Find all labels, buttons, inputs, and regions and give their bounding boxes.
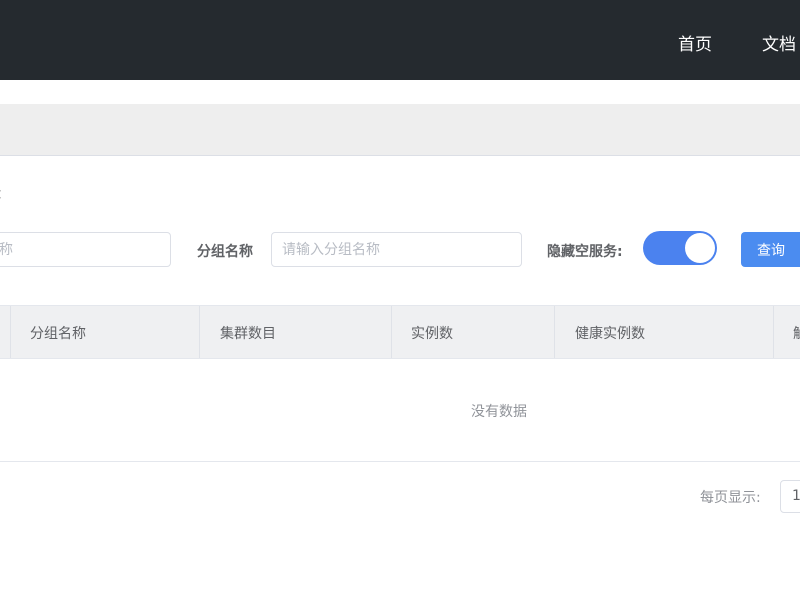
- table-header: 分组名称 集群数目 实例数 健康实例数 触: [0, 305, 800, 359]
- hide-empty-services-switch[interactable]: [643, 231, 717, 265]
- service-name-input[interactable]: [0, 232, 171, 267]
- column-header-partial[interactable]: 触: [793, 323, 800, 343]
- column-divider: [10, 306, 11, 358]
- query-button[interactable]: 查询: [741, 232, 800, 267]
- table-bottom-border: [0, 461, 800, 462]
- page-title: c: [0, 184, 1, 204]
- page-size-select[interactable]: 1: [780, 480, 800, 513]
- nav-home-link[interactable]: 首页: [678, 30, 712, 55]
- column-header-healthy-instance-count[interactable]: 健康实例数: [575, 323, 645, 343]
- page-size-label: 每页显示:: [700, 490, 761, 506]
- group-name-input[interactable]: [271, 232, 522, 267]
- breadcrumb-bar: [0, 104, 800, 156]
- hide-empty-services-label: 隐藏空服务:: [547, 244, 623, 260]
- column-divider: [391, 306, 392, 358]
- nav-docs-link[interactable]: 文档: [762, 30, 796, 55]
- switch-knob: [685, 233, 715, 263]
- column-divider: [773, 306, 774, 358]
- group-name-label: 分组名称: [197, 244, 253, 260]
- column-header-instance-count[interactable]: 实例数: [411, 323, 453, 343]
- top-nav-bar: 首页 文档: [0, 0, 800, 80]
- column-header-cluster-count[interactable]: 集群数目: [220, 323, 276, 343]
- column-divider: [554, 306, 555, 358]
- table-empty-text: 没有数据: [471, 404, 527, 420]
- column-header-group-name[interactable]: 分组名称: [30, 323, 86, 343]
- column-divider: [199, 306, 200, 358]
